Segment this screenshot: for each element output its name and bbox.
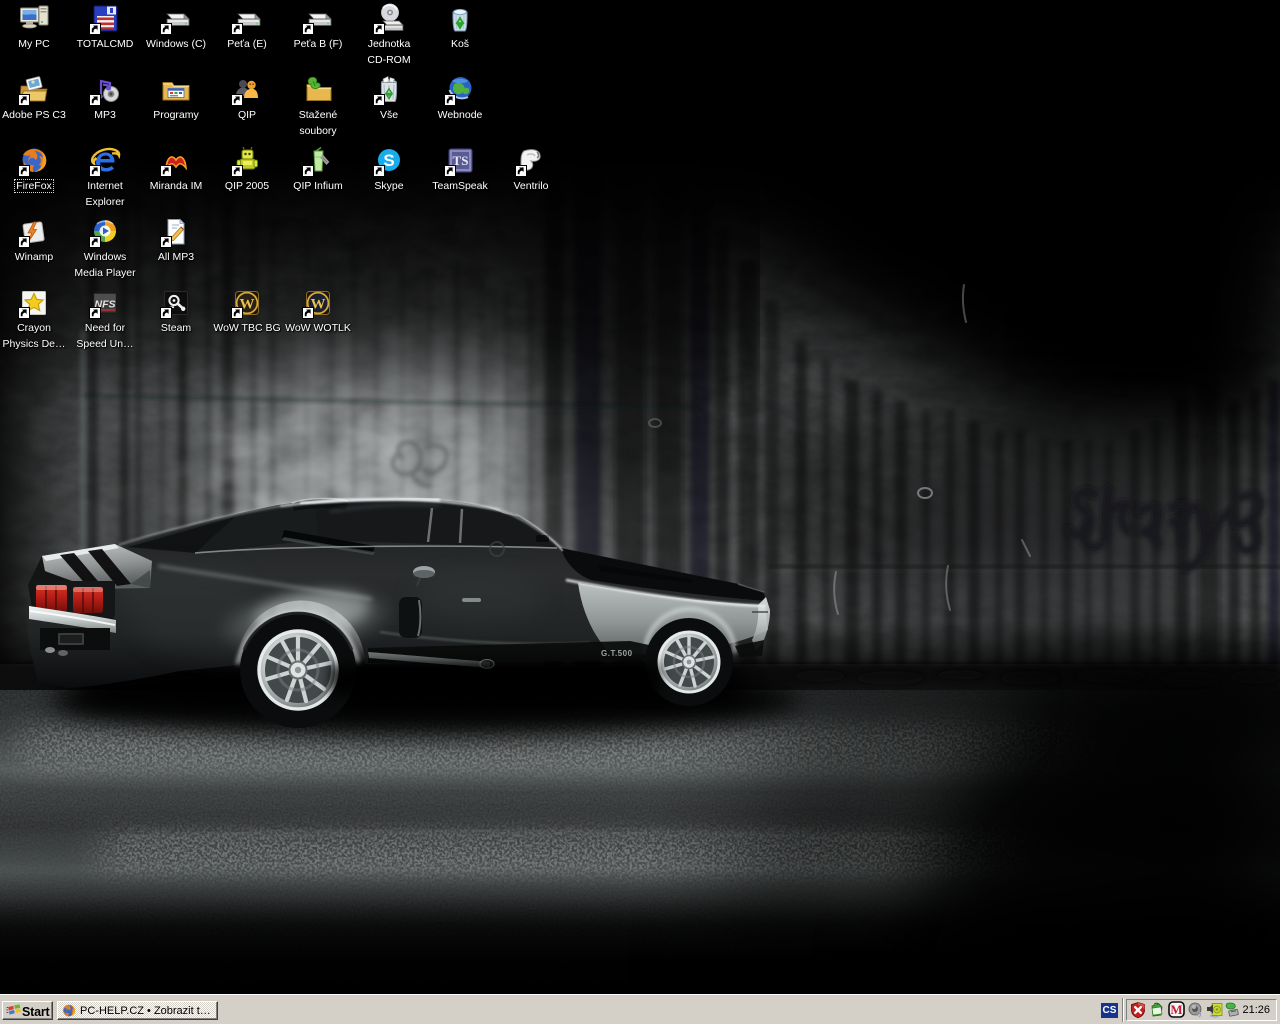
svg-text:M: M bbox=[1170, 1002, 1182, 1017]
svg-text:G.T.500: G.T.500 bbox=[601, 649, 633, 658]
svg-text:S: S bbox=[383, 151, 394, 170]
